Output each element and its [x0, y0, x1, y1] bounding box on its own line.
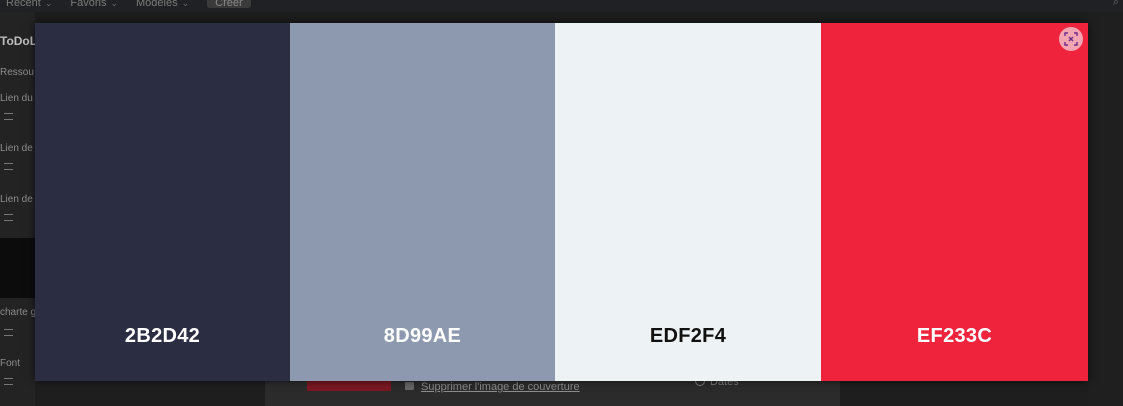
swatch-hex-code: EF233C [916, 325, 993, 347]
sidebar-item-link[interactable]: Lien du [0, 93, 33, 104]
description-icon [4, 163, 13, 170]
cover-color-bar [307, 381, 391, 391]
chevron-down-icon: ⌄ [110, 0, 119, 8]
scan-close-icon [1064, 32, 1078, 46]
color-swatch[interactable]: 2B2D42 [35, 23, 290, 381]
color-swatch[interactable]: EF233C [821, 23, 1088, 381]
card-sidebar: ToDoL Ressou Lien du Lien de Lien de cha… [0, 12, 35, 406]
description-icon [4, 113, 13, 120]
menu-recent-label: Récent [6, 0, 41, 9]
sidebar-item-link[interactable]: Lien de [0, 194, 33, 205]
description-icon [4, 214, 13, 221]
sidebar-item-charter[interactable]: charte g [0, 307, 35, 318]
cover-thumbnail [0, 238, 35, 298]
card-detail-bottom: Supprimer l'image de couverture Dates [35, 376, 1088, 406]
chevron-down-icon: ⌄ [181, 0, 190, 8]
menu-favorites[interactable]: Favoris ⌄ [70, 0, 119, 9]
color-swatch[interactable]: EDF2F4 [555, 23, 821, 381]
menu-templates[interactable]: Modèles ⌄ [136, 0, 190, 9]
swatch-hex-code: EDF2F4 [649, 325, 727, 347]
image-icon [405, 382, 414, 390]
chevron-down-icon: ⌄ [44, 0, 53, 8]
sidebar-item-link[interactable]: Lien de [0, 143, 33, 154]
description-icon [4, 329, 13, 336]
color-swatch[interactable]: 8D99AE [290, 23, 555, 381]
description-icon [4, 378, 13, 385]
close-button[interactable] [1059, 27, 1083, 51]
right-column [1088, 12, 1123, 406]
create-button[interactable]: Créer [207, 0, 251, 9]
sidebar-item-font[interactable]: Font [0, 358, 20, 369]
search-icon[interactable]: ⌕ [1113, 0, 1119, 9]
swatch-hex-code: 2B2D42 [124, 325, 201, 347]
sidebar-item-resources[interactable]: Ressou [0, 67, 34, 78]
remove-cover-link[interactable]: Supprimer l'image de couverture [421, 381, 580, 393]
board-title: ToDoL [0, 34, 35, 48]
top-navigation-bar: Récent ⌄ Favoris ⌄ Modèles ⌄ Créer ⌕ [0, 0, 1123, 12]
menu-recent[interactable]: Récent ⌄ [6, 0, 53, 9]
color-palette-modal: 2B2D42 8D99AE EDF2F4 EF233C [35, 23, 1088, 381]
menu-favorites-label: Favoris [70, 0, 107, 9]
swatch-hex-code: 8D99AE [383, 325, 462, 347]
menu-templates-label: Modèles [136, 0, 178, 9]
